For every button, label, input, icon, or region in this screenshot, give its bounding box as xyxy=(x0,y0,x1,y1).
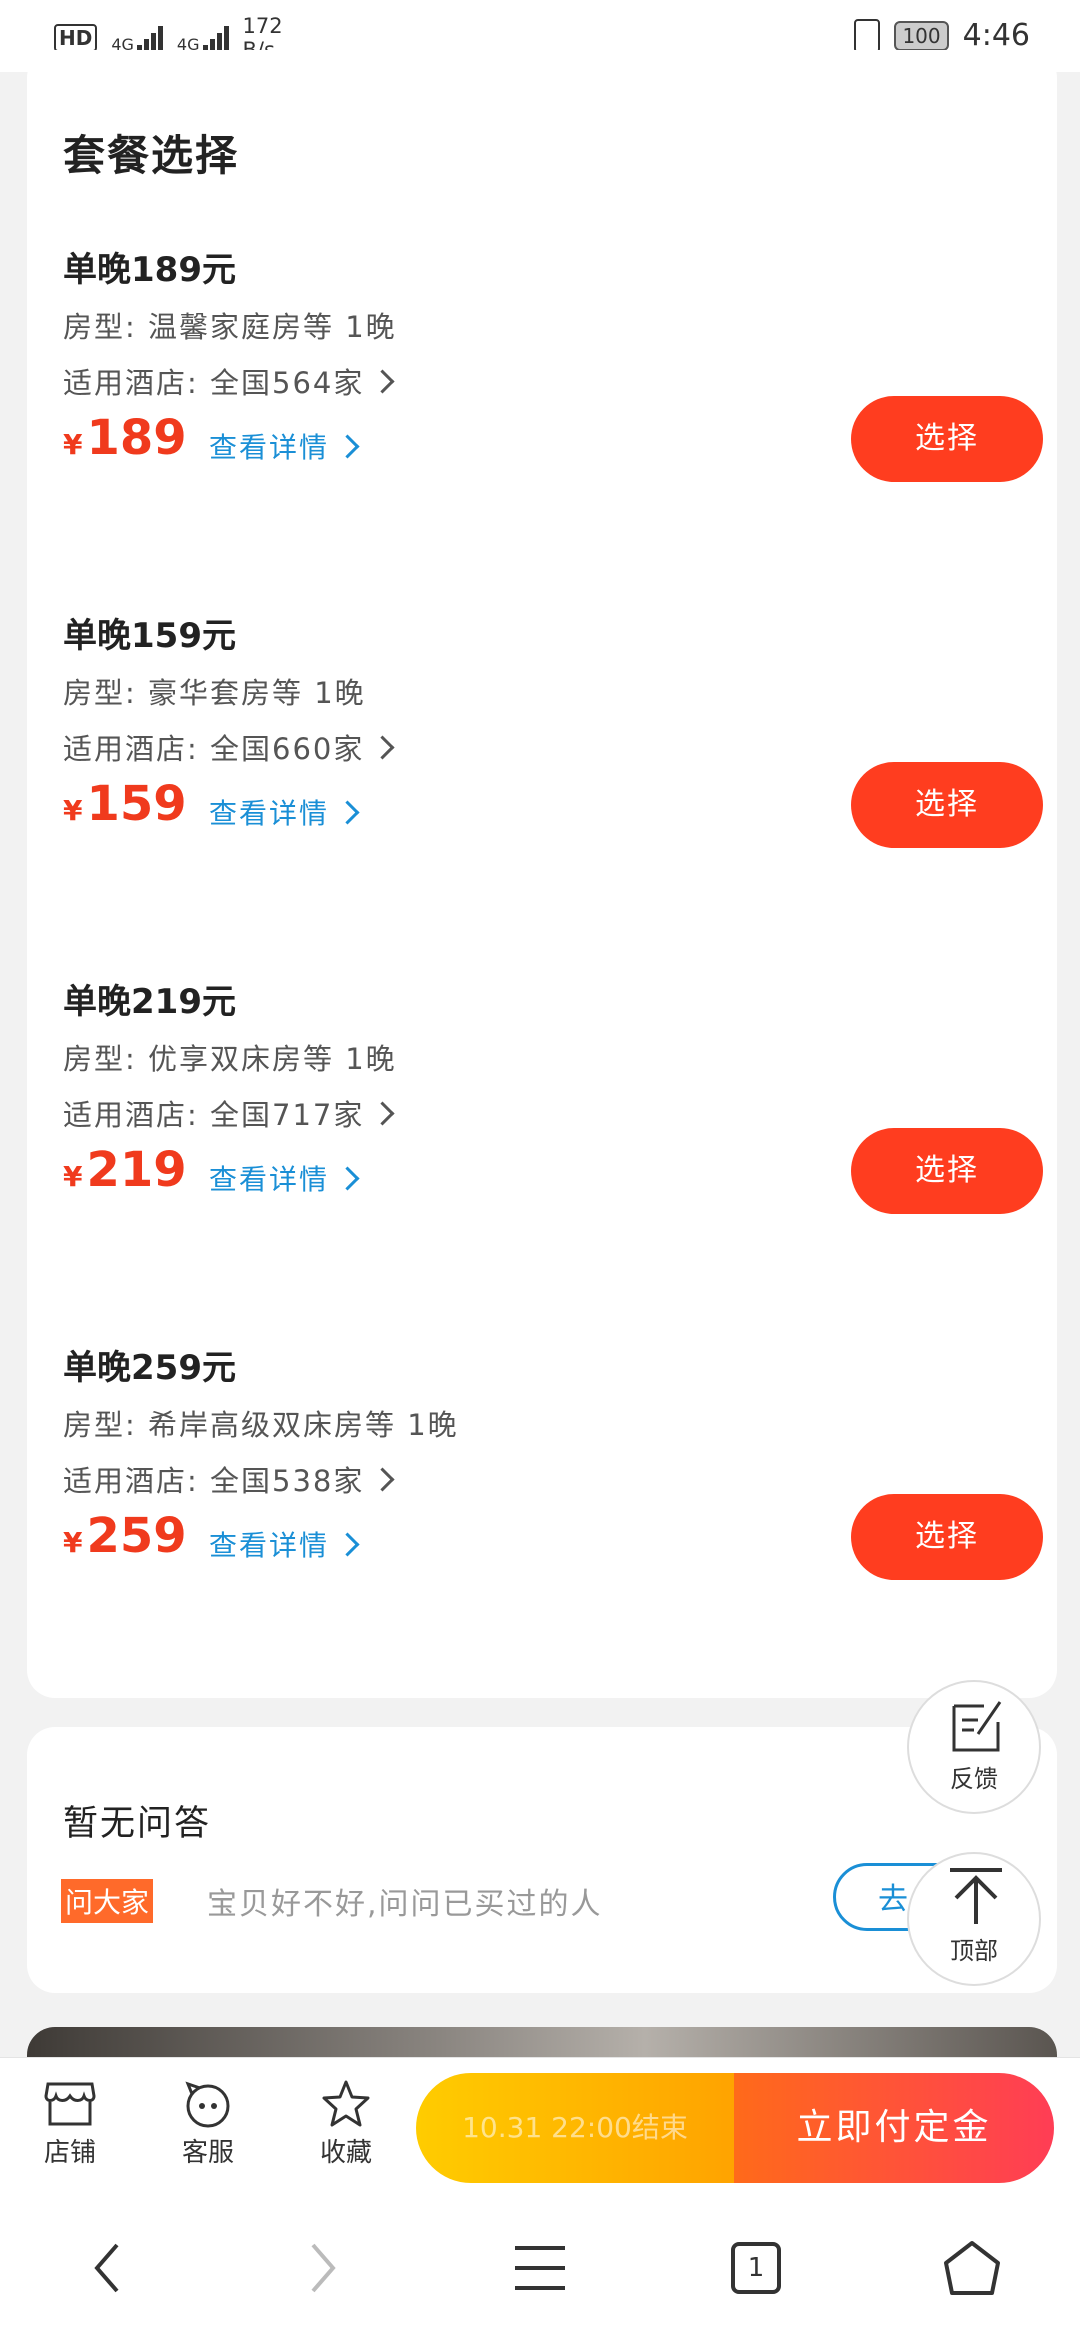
price: ¥219 xyxy=(63,1142,187,1198)
vibrate-icon xyxy=(854,18,881,53)
view-details-label: 查看详情 xyxy=(209,1529,330,1562)
tabs-count: 1 xyxy=(747,2253,765,2283)
package-name: 单晚259元 xyxy=(63,1348,236,1388)
favorite-label: 收藏 xyxy=(319,2138,372,2168)
tabs-button[interactable]: 1 xyxy=(716,2236,796,2300)
signal-icon xyxy=(136,23,163,53)
home-icon xyxy=(944,2241,1000,2295)
hotels-text: 适用酒店: 全国538家 xyxy=(63,1464,365,1498)
applicable-hotels-link[interactable]: 适用酒店: 全国538家 xyxy=(63,1458,395,1500)
system-nav-bar: 1 xyxy=(0,2196,1080,2340)
forward-button[interactable] xyxy=(284,2236,364,2300)
applicable-hotels-link[interactable]: 适用酒店: 全国660家 xyxy=(63,726,395,768)
package-card: 套餐选择 单晚189元 房型: 温馨家庭房等 1晚 适用酒店: 全国564家 ¥… xyxy=(27,50,1057,1698)
currency-symbol: ¥ xyxy=(63,1526,83,1559)
price: ¥189 xyxy=(63,410,187,466)
currency-symbol: ¥ xyxy=(63,428,83,461)
currency-symbol: ¥ xyxy=(63,1160,83,1193)
select-button[interactable]: 选择 xyxy=(851,396,1043,482)
battery-icon: 100 xyxy=(894,20,949,51)
view-details-link[interactable]: 查看详情 xyxy=(209,1524,360,1564)
chevron-right-icon xyxy=(335,1165,360,1191)
select-button[interactable]: 选择 xyxy=(851,1494,1043,1580)
action-bar: 店铺 客服 收藏 10.31 22:00结束 立即付定金 xyxy=(0,2057,1080,2196)
ask-everyone-tag: 问大家 xyxy=(61,1879,154,1923)
countdown-label: 10.31 22:00结束 xyxy=(416,2073,734,2183)
package-name: 单晚159元 xyxy=(63,616,236,656)
hotels-text: 适用酒店: 全国564家 xyxy=(63,366,365,400)
currency-symbol: ¥ xyxy=(63,794,83,827)
package-item: 单晚189元 房型: 温馨家庭房等 1晚 适用酒店: 全国564家 ¥189 查… xyxy=(63,242,1043,542)
shop-button[interactable]: 店铺 xyxy=(20,2076,120,2169)
clock: 4:46 xyxy=(962,18,1030,53)
view-details-link[interactable]: 查看详情 xyxy=(209,426,360,466)
chevron-right-icon xyxy=(370,368,395,394)
chat-face-icon xyxy=(185,2081,230,2128)
arrow-up-icon xyxy=(950,1868,1002,1924)
chevron-right-icon xyxy=(335,433,360,459)
pay-deposit-button[interactable]: 立即付定金 xyxy=(734,2073,1054,2183)
room-type: 房型: 豪华套房等 1晚 xyxy=(63,676,366,710)
menu-icon xyxy=(515,2246,565,2290)
status-bar-right: 100 4:46 xyxy=(854,18,1030,53)
back-to-top-button[interactable]: 顶部 xyxy=(907,1852,1041,1986)
applicable-hotels-link[interactable]: 适用酒店: 全国564家 xyxy=(63,360,395,402)
chevron-right-icon xyxy=(335,1531,360,1557)
chevron-right-icon xyxy=(335,799,360,825)
customer-service-label: 客服 xyxy=(181,2138,234,2168)
qa-hint: 宝贝好不好,问问已买过的人 xyxy=(207,1887,603,1922)
star-icon xyxy=(322,2080,370,2127)
price-value: 259 xyxy=(86,1508,187,1564)
tabs-icon: 1 xyxy=(731,2242,781,2294)
favorite-button[interactable]: 收藏 xyxy=(296,2076,396,2169)
network-1: 4G xyxy=(111,23,163,53)
hotels-text: 适用酒店: 全国660家 xyxy=(63,732,365,766)
section-title: 套餐选择 xyxy=(63,131,240,180)
qa-title: 暂无问答 xyxy=(63,1804,212,1844)
price-value: 219 xyxy=(86,1142,187,1198)
home-button[interactable] xyxy=(932,2236,1012,2300)
feedback-button[interactable]: 反馈 xyxy=(907,1680,1041,1814)
menu-button[interactable] xyxy=(500,2236,580,2300)
signal-icon xyxy=(202,23,229,53)
chevron-right-icon xyxy=(370,734,395,760)
speed-value: 172 xyxy=(242,14,283,38)
price: ¥259 xyxy=(63,1508,187,1564)
top-label: 顶部 xyxy=(950,1937,998,1965)
price-value: 159 xyxy=(86,776,187,832)
back-button[interactable] xyxy=(66,2236,146,2300)
package-name: 单晚219元 xyxy=(63,982,236,1022)
network-2: 4G xyxy=(177,23,229,53)
chevron-right-icon xyxy=(370,1466,395,1492)
view-details-label: 查看详情 xyxy=(209,797,330,830)
shop-icon xyxy=(44,2082,96,2126)
package-item: 单晚259元 房型: 希岸高级双床房等 1晚 适用酒店: 全国538家 ¥259… xyxy=(63,1340,1043,1640)
room-type: 房型: 优享双床房等 1晚 xyxy=(63,1042,397,1076)
price-value: 189 xyxy=(86,410,187,466)
package-name: 单晚189元 xyxy=(63,250,236,290)
chevron-left-icon xyxy=(94,2243,119,2293)
hd-voice-icon: HD xyxy=(54,24,98,52)
view-details-link[interactable]: 查看详情 xyxy=(209,1158,360,1198)
chevron-right-icon xyxy=(370,1100,395,1126)
customer-service-button[interactable]: 客服 xyxy=(158,2076,258,2169)
shop-label: 店铺 xyxy=(43,2138,96,2168)
edit-note-icon xyxy=(952,1701,1002,1752)
feedback-label: 反馈 xyxy=(950,1765,998,1793)
view-details-label: 查看详情 xyxy=(209,431,330,464)
view-details-link[interactable]: 查看详情 xyxy=(209,792,360,832)
chevron-right-icon xyxy=(311,2243,336,2293)
select-button[interactable]: 选择 xyxy=(851,762,1043,848)
room-type: 房型: 希岸高级双床房等 1晚 xyxy=(63,1408,459,1442)
pay-deposit-pill: 10.31 22:00结束 立即付定金 xyxy=(416,2073,1054,2183)
package-item: 单晚219元 房型: 优享双床房等 1晚 适用酒店: 全国717家 ¥219 查… xyxy=(63,974,1043,1274)
view-details-label: 查看详情 xyxy=(209,1163,330,1196)
qa-card: 暂无问答 问大家 宝贝好不好,问问已买过的人 去 xyxy=(27,1727,1057,1993)
room-type: 房型: 温馨家庭房等 1晚 xyxy=(63,310,397,344)
select-button[interactable]: 选择 xyxy=(851,1128,1043,1214)
package-item: 单晚159元 房型: 豪华套房等 1晚 适用酒店: 全国660家 ¥159 查看… xyxy=(63,608,1043,908)
applicable-hotels-link[interactable]: 适用酒店: 全国717家 xyxy=(63,1092,395,1134)
price: ¥159 xyxy=(63,776,187,832)
hotels-text: 适用酒店: 全国717家 xyxy=(63,1098,365,1132)
